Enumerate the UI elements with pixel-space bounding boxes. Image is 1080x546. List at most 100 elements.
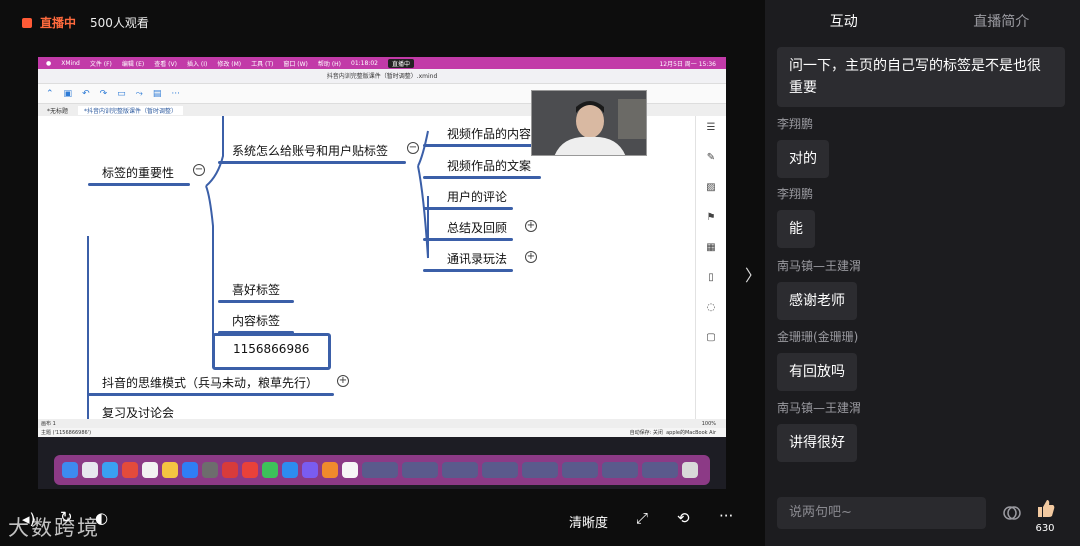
document-icon [342, 462, 358, 478]
like-button[interactable]: 630 [1031, 497, 1059, 534]
window-thumbnail [642, 462, 678, 478]
sticker-icon: ▦ [706, 242, 716, 253]
child-3-underline [423, 207, 513, 210]
mac-clock: 12月5日 周一 15:36 [659, 60, 716, 68]
window-thumbnail [482, 462, 518, 478]
root-underline [88, 183, 190, 186]
wps-icon [242, 462, 258, 478]
tab-untitled: *无标题 [47, 107, 69, 115]
child-4-expand-icon: + [525, 220, 537, 232]
tab-courseware: *抖音内训完整版课件（暂时调整） [78, 105, 184, 115]
child-5: 通讯录玩法 [447, 252, 508, 266]
menu-tools: 工具 (T) [251, 60, 274, 68]
chat-input[interactable]: 说两句吧~ [777, 497, 986, 529]
home-icon: ⌃ [46, 88, 54, 99]
chat-message: 南马镇—王建渭 感谢老师 [777, 257, 861, 320]
chat-username: 南马镇—王建渭 [777, 401, 862, 415]
child-2-underline [423, 176, 541, 179]
player-controls: ◂) ↻ ◐ 清晰度 ⤢ ⟲ ··· [0, 496, 765, 546]
topic-thinking-mode-expand-icon: + [337, 375, 349, 387]
selected-topic-box: 1156866986 [212, 333, 331, 370]
child-1-underline [423, 144, 533, 147]
mindmap-canvas: 标签的重要性 − 系统怎么给账号和用户贴标签 − 视频作品的内容 视频作品的文案… [38, 116, 695, 419]
branch-underline [218, 161, 406, 164]
chat-username: 李翔鹏 [777, 117, 814, 131]
xmind-status-bar: 主题 ('1156866986') 自动保存: 关闭 apple的MacBook… [38, 428, 726, 437]
wechat-icon [262, 462, 278, 478]
sub-topic-1-underline [218, 300, 294, 303]
chrome-icon [122, 462, 138, 478]
summary-icon: ▤ [152, 88, 162, 99]
chat-username: 南马镇—王建渭 [777, 259, 862, 273]
menu-modify: 修改 (M) [217, 60, 242, 68]
status-topic: 主题 ('1156866986') [41, 430, 92, 436]
lark-icon [282, 462, 298, 478]
menu-view: 查看 (V) [154, 60, 177, 68]
menu-help: 帮助 (H) [317, 60, 342, 68]
notes-app-icon [162, 462, 178, 478]
chat-message: 金珊珊(金珊珊) 有回放吗 [777, 328, 858, 391]
branch-topic: 系统怎么给账号和用户贴标签 [232, 144, 389, 158]
app-icon [322, 462, 338, 478]
apple-icon: ● [46, 59, 52, 67]
thumbs-up-icon [1038, 500, 1055, 517]
presenter-webcam [531, 90, 647, 156]
sub-topic-1: 喜好标签 [232, 283, 281, 297]
branch-collapse-icon: − [407, 142, 419, 154]
settings-icon [202, 462, 218, 478]
chat-bubble: 问一下，主页的自己写的标签是不是也很重要 [777, 47, 1065, 107]
fullscreen-icon[interactable]: ⤢ [636, 509, 648, 527]
style-icon: ✎ [706, 152, 716, 163]
autosave-status: 自动保存: 关闭 apple的MacBook Air [630, 429, 716, 436]
rotate-icon[interactable]: ⟲ [677, 509, 690, 527]
video-area[interactable]: 直播中 500人观看 ● XMind 文件 (F) 编辑 (E) 查看 (V) … [0, 0, 765, 546]
app-icon [302, 462, 318, 478]
undo-icon: ↶ [82, 88, 90, 99]
autosave-text: 自动保存: 关闭 [629, 430, 663, 436]
redo-icon: ↷ [99, 88, 108, 99]
clarity-button[interactable]: 清晰度 [569, 512, 608, 531]
chat-message: 南马镇—王建渭 讲得很好 [777, 399, 861, 462]
comment-icon: ◌ [706, 302, 716, 313]
interaction-panel: 互动 直播简介 问一下，主页的自己写的标签是不是也很重要 李翔鹏 对的 李翔鹏 … [765, 0, 1080, 546]
topic-thinking-mode-underline [88, 393, 334, 396]
finder-icon [62, 462, 78, 478]
panel-tabs: 互动 直播简介 [765, 0, 1080, 44]
sub-topic-2: 内容标签 [232, 314, 281, 328]
chat-bubble: 对的 [777, 140, 829, 178]
child-5-underline [423, 269, 513, 272]
menu-edit: 编辑 (E) [121, 60, 145, 68]
chat-username: 金珊珊(金珊珊) [777, 330, 859, 344]
xmind-side-tools: ☰ ✎ ▨ ⚑ ▦ ▯ ◌ ▢ [695, 116, 726, 419]
chat-bubble: 感谢老师 [777, 282, 857, 320]
menu-insert: 插入 (I) [186, 60, 208, 68]
device-name: apple的MacBook Air [666, 430, 716, 436]
window-thumbnail [562, 462, 598, 478]
window-thumbnail [362, 462, 398, 478]
selected-topic-text: 1156866986 [233, 342, 310, 356]
tab-intro[interactable]: 直播简介 [923, 0, 1080, 44]
mac-dock [54, 455, 710, 485]
marker-icon: ⚑ [706, 212, 716, 223]
live-status: 直播中 [40, 16, 77, 30]
chat-message: 李翔鹏 对的 [777, 115, 829, 178]
window-thumbnail [522, 462, 558, 478]
more-icon: ··· [171, 88, 180, 99]
appstore-icon [182, 462, 198, 478]
presenter-figure [532, 91, 646, 155]
child-3: 用户的评论 [447, 190, 508, 204]
more-options-icon[interactable]: ··· [719, 507, 733, 525]
zoom-level: 100% [701, 420, 716, 427]
chevron-right-icon[interactable]: 〉 [745, 262, 761, 286]
tab-interaction[interactable]: 互动 [765, 0, 923, 44]
live-stream-page: 直播中 500人观看 ● XMind 文件 (F) 编辑 (E) 查看 (V) … [0, 0, 1080, 546]
emoji-icon[interactable] [1002, 503, 1022, 523]
menu-xmind: XMind [61, 59, 80, 67]
chat-bubble: 能 [777, 210, 815, 248]
relationship-icon: ⤳ [135, 88, 143, 99]
root-collapse-icon: − [193, 164, 205, 176]
calendar-icon [142, 462, 158, 478]
topic-thinking-mode: 抖音的思维模式（兵马未动，粮草先行） [102, 376, 319, 390]
chat-message: 问一下，主页的自己写的标签是不是也很重要 [777, 45, 1065, 107]
chat-message: 李翔鹏 能 [777, 185, 815, 248]
